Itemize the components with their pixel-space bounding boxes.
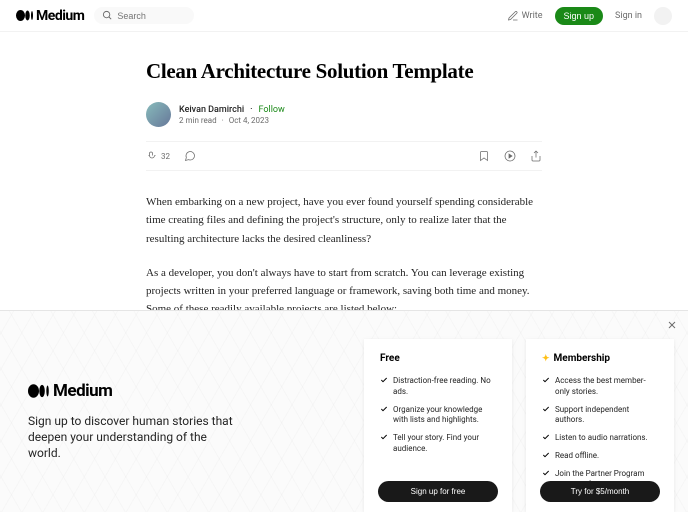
overlay-tagline: Sign up to discover human stories that d… [28, 413, 238, 462]
try-membership-button[interactable]: Try for $5/month [540, 481, 660, 502]
comment-button[interactable] [184, 150, 196, 162]
benefit-item: Support independent authors. [542, 405, 658, 427]
medium-logo[interactable]: Medium [16, 8, 84, 24]
star-icon: ✦ [542, 354, 550, 364]
paragraph: When embarking on a new project, have yo… [146, 193, 542, 247]
search-box[interactable] [94, 7, 194, 24]
benefit-item: Tell your story. Find your audience. [380, 433, 496, 455]
check-icon [380, 405, 388, 413]
article: Clean Architecture Solution Template Kei… [134, 58, 554, 318]
publish-date: Oct 4, 2023 [229, 116, 269, 125]
article-actions: 32 [146, 141, 542, 171]
article-meta: Keivan Damirchi · Follow 2 min read · Oc… [146, 102, 542, 127]
play-button[interactable] [504, 150, 516, 162]
medium-logo-icon [28, 384, 50, 398]
check-icon [542, 405, 550, 413]
benefit-item: Read offline. [542, 451, 658, 462]
member-plan-card: ✦Membership Access the best member-only … [526, 339, 674, 512]
comment-icon [184, 150, 196, 162]
check-icon [542, 433, 550, 441]
author-name[interactable]: Keivan Damirchi [179, 105, 244, 115]
check-icon [542, 469, 550, 477]
write-icon [507, 10, 519, 22]
plan-cards: Free Distraction-free reading. No ads. O… [364, 311, 688, 512]
member-title: ✦Membership [542, 353, 658, 364]
read-time: 2 min read [179, 116, 217, 125]
check-icon [380, 433, 388, 441]
overlay-logo: Medium [28, 381, 344, 401]
benefit-item: Access the best member-only stories. [542, 376, 658, 398]
write-label: Write [522, 11, 543, 21]
author-avatar[interactable] [146, 102, 171, 127]
search-input[interactable] [117, 11, 177, 21]
clap-button[interactable]: 32 [146, 150, 170, 162]
benefit-item: Organize your knowledge with lists and h… [380, 405, 496, 427]
bookmark-icon [478, 150, 490, 162]
header-right: Write Sign up Sign in [507, 7, 672, 25]
clap-count: 32 [161, 152, 170, 161]
check-icon [380, 376, 388, 384]
benefit-item: Listen to audio narrations. [542, 433, 658, 444]
follow-button[interactable]: Follow [259, 105, 285, 115]
overlay-left: Medium Sign up to discover human stories… [0, 311, 364, 512]
free-plan-card: Free Distraction-free reading. No ads. O… [364, 339, 512, 512]
author-info: Keivan Damirchi · Follow 2 min read · Oc… [179, 105, 285, 125]
signup-button[interactable]: Sign up [555, 7, 604, 25]
benefit-item: Distraction-free reading. No ads. [380, 376, 496, 398]
clap-icon [146, 150, 158, 162]
user-avatar[interactable] [654, 7, 672, 25]
medium-logo-icon [16, 10, 34, 21]
bookmark-button[interactable] [478, 150, 490, 162]
site-header: Medium Write Sign up Sign in [0, 0, 688, 32]
check-icon [542, 376, 550, 384]
signup-overlay: Medium Sign up to discover human stories… [0, 310, 688, 512]
share-button[interactable] [530, 150, 542, 162]
search-icon [102, 10, 113, 21]
article-title: Clean Architecture Solution Template [146, 58, 542, 84]
signup-free-button[interactable]: Sign up for free [378, 481, 498, 502]
signin-button[interactable]: Sign in [615, 11, 642, 21]
write-button[interactable]: Write [507, 10, 543, 22]
free-title: Free [380, 353, 496, 364]
play-icon [504, 150, 516, 162]
overlay-brand: Medium [53, 381, 112, 401]
logo-text: Medium [36, 8, 84, 24]
check-icon [542, 451, 550, 459]
share-icon [530, 150, 542, 162]
